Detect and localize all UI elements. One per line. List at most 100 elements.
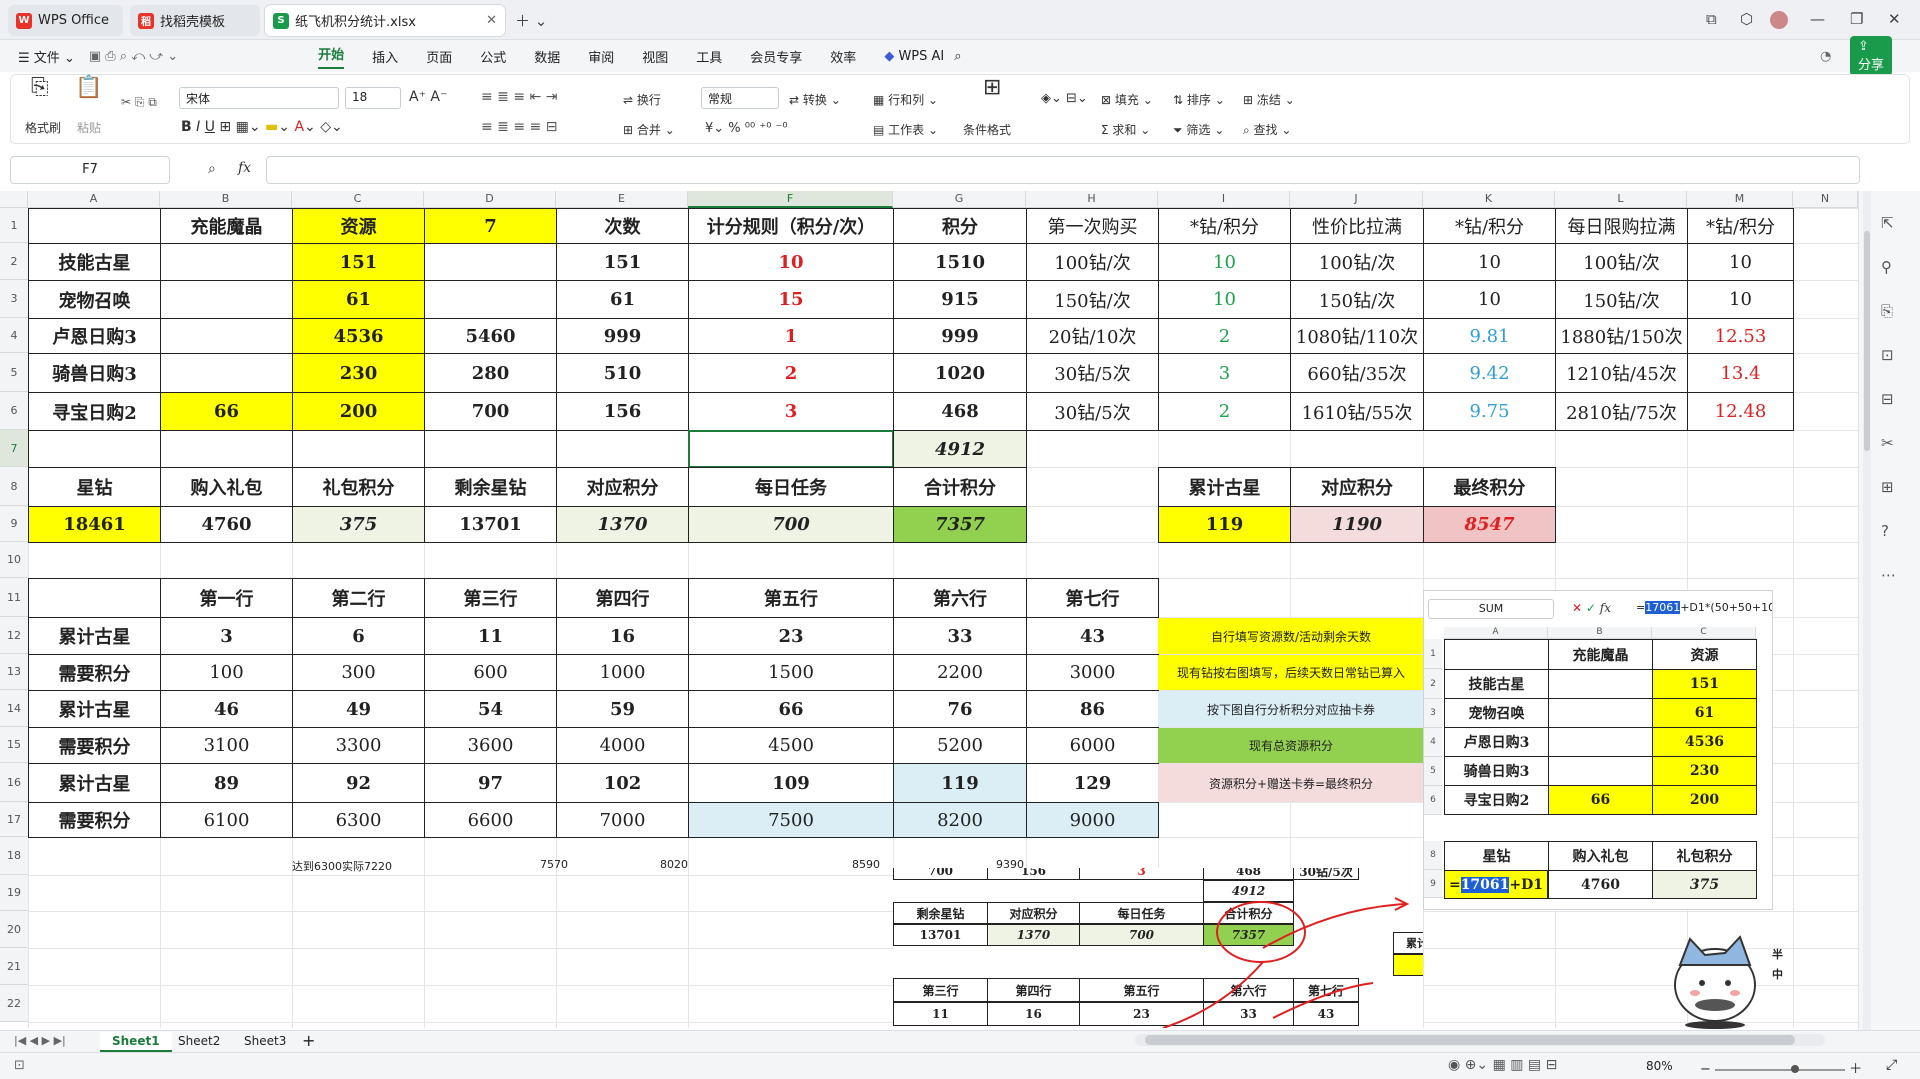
side-tools-icons[interactable]: ⇱ ⚲ ⎘ ⊡ ⊟ ✂ ⊞? ⋯ — [1881, 201, 1896, 597]
data-cell[interactable]: 61 — [556, 280, 689, 319]
data-cell[interactable]: 1880钻/150次 — [1555, 318, 1688, 354]
restore-icon[interactable]: ⧉ — [1706, 10, 1717, 28]
row-header-18[interactable]: 18 — [0, 837, 28, 875]
data-cell[interactable]: 97 — [424, 763, 557, 803]
data-cell[interactable]: 7500 — [688, 802, 894, 838]
value-cell[interactable]: 4760 — [160, 506, 293, 543]
data-cell[interactable]: 151 — [292, 243, 425, 281]
data-cell[interactable]: 66 — [688, 690, 894, 728]
cell-style-icons[interactable]: ◈⌄ ⊟⌄ — [1041, 91, 1088, 106]
data-cell[interactable]: 12.53 — [1687, 318, 1794, 354]
data-cell[interactable]: 76 — [893, 690, 1027, 728]
font-size-select[interactable]: 18 — [345, 87, 401, 109]
data-cell[interactable]: 9.75 — [1423, 392, 1556, 431]
data-cell[interactable]: 1510 — [893, 243, 1027, 281]
data-cell[interactable]: 280 — [424, 353, 557, 393]
value-cell[interactable]: 375 — [292, 506, 425, 543]
data-cell[interactable]: 9.81 — [1423, 318, 1556, 354]
data-cell[interactable]: 10 — [1423, 243, 1556, 281]
data-cell[interactable]: 10 — [1687, 280, 1794, 319]
formula-input[interactable] — [266, 156, 1860, 184]
data-cell[interactable]: 43 — [1026, 617, 1159, 655]
data-cell[interactable]: 1020 — [893, 353, 1027, 393]
sort-button[interactable]: ⇅ 排序 ⌄ — [1173, 91, 1225, 108]
data-cell[interactable]: 66 — [160, 392, 293, 431]
data-cell[interactable] — [424, 280, 557, 319]
col-header-G[interactable]: G — [893, 191, 1026, 208]
data-cell[interactable]: 3 — [688, 392, 894, 431]
chat-icon[interactable]: ◔ — [1820, 49, 1831, 64]
data-cell[interactable]: 30钻/5次 — [1026, 353, 1159, 393]
header-cell[interactable]: 第四行 — [556, 578, 689, 618]
zoom-level[interactable]: 80% — [1646, 1059, 1673, 1073]
header-cell[interactable] — [28, 208, 161, 244]
paste-icon[interactable]: 📋 — [75, 75, 102, 100]
zoom-slider[interactable]: − ＋ — [1700, 1058, 1862, 1077]
empty-cell[interactable] — [28, 430, 161, 468]
sum-button[interactable]: Σ 求和 ⌄ — [1101, 121, 1150, 138]
data-cell[interactable]: 5200 — [893, 727, 1027, 764]
note-text[interactable]: 8020 — [660, 858, 688, 871]
sheet-nav-icons[interactable]: |◀ ◀ ▶ ▶| — [14, 1034, 66, 1047]
col-header-F[interactable]: F — [688, 191, 893, 208]
empty-cell[interactable] — [292, 430, 425, 468]
total-cell[interactable]: 4912 — [893, 430, 1027, 468]
header-cell[interactable]: 第一行 — [160, 578, 293, 618]
data-cell[interactable] — [160, 243, 293, 281]
header-cell[interactable]: 次数 — [556, 208, 689, 244]
data-cell[interactable]: 999 — [556, 318, 689, 354]
data-cell[interactable]: 累计古星 — [28, 617, 161, 655]
data-cell[interactable]: 3 — [1158, 353, 1291, 393]
sheet-tab-Sheet2[interactable]: Sheet2 — [166, 1032, 232, 1052]
data-cell[interactable]: 6000 — [1026, 727, 1159, 764]
value-cell[interactable]: 13701 — [424, 506, 557, 543]
data-cell[interactable]: 1610钻/55次 — [1290, 392, 1424, 431]
data-cell[interactable]: 89 — [160, 763, 293, 803]
number-tools-icons[interactable]: ¥⌄ % ⁰⁰ ⁺⁰ ⁻⁰ — [705, 121, 788, 136]
avatar[interactable] — [1770, 11, 1788, 29]
data-cell[interactable]: 660钻/35次 — [1290, 353, 1424, 393]
value-cell[interactable]: 8547 — [1423, 506, 1556, 543]
note-text[interactable]: 达到6300实际7220 — [292, 858, 392, 874]
font-style-icons[interactable]: B I U ⊞ ▦⌄ ▬⌄ A⌄ ◇⌄ — [181, 119, 343, 135]
data-cell[interactable]: 46 — [160, 690, 293, 728]
col-header-L[interactable]: L — [1555, 191, 1687, 208]
data-cell[interactable]: 需要积分 — [28, 727, 161, 764]
cond-format-icon[interactable]: ⊞ — [983, 75, 1001, 100]
data-cell[interactable]: 累计古星 — [28, 690, 161, 728]
data-cell[interactable]: 1 — [688, 318, 894, 354]
value-cell[interactable]: 18461 — [28, 506, 161, 543]
header-cell[interactable]: 合计积分 — [893, 467, 1027, 507]
data-cell[interactable]: 600 — [424, 654, 557, 691]
header-cell[interactable]: 第一次购买 — [1026, 208, 1159, 244]
data-cell[interactable]: 6300 — [292, 802, 425, 838]
empty-cell[interactable] — [424, 430, 557, 468]
header-cell[interactable]: 购入礼包 — [160, 467, 293, 507]
row-header-2[interactable]: 2 — [0, 243, 28, 280]
data-cell[interactable]: 129 — [1026, 763, 1159, 803]
row-header-8[interactable]: 8 — [0, 467, 28, 506]
close-window-icon[interactable]: ✕ — [1888, 10, 1901, 28]
menu-data[interactable]: 数据 — [534, 47, 560, 66]
align-left-icons[interactable]: ≡ ≣ ≡ ≡ ⊟ — [481, 119, 557, 135]
data-cell[interactable]: 150钻/次 — [1555, 280, 1688, 319]
menu-page[interactable]: 页面 — [426, 47, 452, 66]
data-cell[interactable]: 300 — [292, 654, 425, 691]
header-cell[interactable]: 第五行 — [688, 578, 894, 618]
data-cell[interactable]: 100钻/次 — [1026, 243, 1159, 281]
data-cell[interactable]: 2810钻/75次 — [1555, 392, 1688, 431]
data-cell[interactable]: 61 — [292, 280, 425, 319]
header-cell[interactable]: 第二行 — [292, 578, 425, 618]
row-header-5[interactable]: 5 — [0, 353, 28, 392]
header-cell[interactable]: 每日限购拉满 — [1555, 208, 1688, 244]
name-box[interactable]: F7 — [10, 156, 170, 184]
data-cell[interactable]: 13.4 — [1687, 353, 1794, 393]
data-cell[interactable]: 102 — [556, 763, 689, 803]
minimize-icon[interactable]: — — [1810, 10, 1825, 28]
data-cell[interactable]: 4000 — [556, 727, 689, 764]
menu-formula[interactable]: 公式 — [480, 47, 506, 66]
menu-tools[interactable]: 工具 — [696, 47, 722, 66]
sheet-tab-Sheet1[interactable]: Sheet1 — [100, 1032, 172, 1052]
data-cell[interactable]: 15 — [688, 280, 894, 319]
note-cell[interactable]: 现有总资源积分 — [1158, 728, 1424, 763]
